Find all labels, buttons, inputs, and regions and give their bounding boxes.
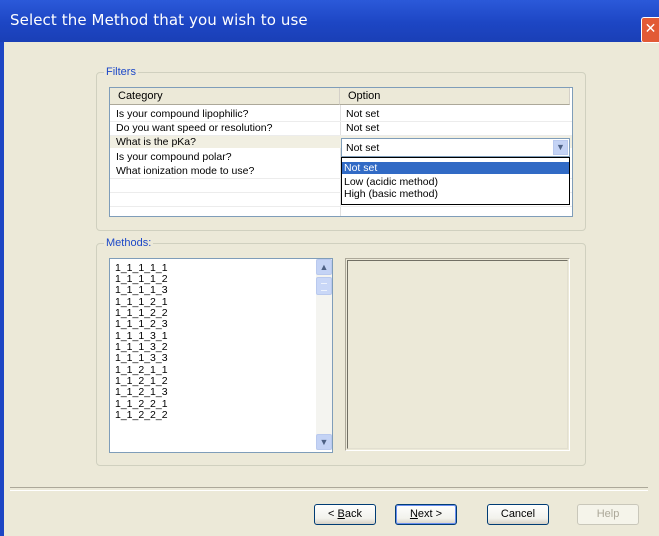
list-item[interactable]: 1_1_2_2_2: [115, 410, 168, 421]
filter-category: Is your compound polar?: [116, 151, 232, 163]
dropdown-option-low[interactable]: Low (acidic method): [342, 176, 569, 188]
arrow-up-icon[interactable]: ▲: [316, 259, 332, 275]
list-item[interactable]: 1_1_1_2_3: [115, 319, 168, 330]
methods-scrollbar[interactable]: ▲ ▼: [316, 259, 332, 450]
method-preview-panel: [345, 258, 570, 451]
back-button-prefix: <: [328, 508, 338, 520]
title-bar: Select the Method that you wish to use ✕: [0, 0, 659, 43]
filter-option[interactable]: Not set: [346, 123, 379, 134]
filter-category: Do you want speed or resolution?: [116, 122, 273, 134]
close-icon: ✕: [644, 21, 657, 37]
filter-option[interactable]: Not set: [346, 109, 379, 120]
next-button-rest: ext >: [417, 508, 443, 520]
back-button[interactable]: < Back: [314, 504, 376, 525]
filters-label: Filters: [104, 66, 138, 78]
dropdown-option-high[interactable]: High (basic method): [342, 188, 569, 200]
list-item[interactable]: 1_1_2_1_3: [115, 387, 168, 398]
row-divider: [110, 206, 572, 207]
filter-row[interactable]: Do you want speed or resolution? Not set: [110, 123, 572, 134]
pka-option-dropdown: Not set Low (acidic method) High (basic …: [341, 157, 570, 205]
filter-category: What is the pKa?: [116, 136, 196, 148]
next-button-accel: N: [409, 508, 418, 520]
methods-list[interactable]: 1_1_1_1_1 1_1_1_1_2 1_1_1_1_3 1_1_1_2_1 …: [109, 258, 333, 453]
button-divider: [10, 487, 648, 491]
combobox-value: Not set: [346, 142, 380, 154]
window-title: Select the Method that you wish to use: [10, 11, 308, 29]
back-button-rest: ack: [344, 508, 362, 520]
pka-option-combobox[interactable]: Not set ▼: [341, 138, 570, 157]
filter-category: Is your compound lipophilic?: [116, 108, 249, 120]
list-item[interactable]: 1_1_1_3_3: [115, 353, 168, 364]
scrollbar-thumb[interactable]: [316, 277, 332, 295]
dropdown-option-not-set[interactable]: Not set: [342, 162, 569, 174]
arrow-down-icon[interactable]: ▼: [316, 434, 332, 450]
window-border: [0, 42, 4, 536]
methods-label: Methods:: [104, 237, 154, 249]
next-button[interactable]: Next >: [395, 504, 457, 525]
list-item[interactable]: 1_1_1_1_3: [115, 285, 168, 296]
chevron-down-icon[interactable]: ▼: [553, 140, 568, 155]
column-header-category[interactable]: Category: [110, 88, 340, 105]
help-button: Help: [577, 504, 639, 525]
filter-category: What ionization mode to use?: [116, 165, 255, 177]
close-button[interactable]: ✕: [641, 17, 659, 43]
cancel-button[interactable]: Cancel: [487, 504, 549, 525]
column-header-option[interactable]: Option: [340, 88, 570, 105]
back-button-accel: B: [337, 508, 345, 520]
filter-row[interactable]: Is your compound lipophilic? Not set: [110, 109, 572, 120]
preview-inner-bevel: [347, 260, 568, 449]
